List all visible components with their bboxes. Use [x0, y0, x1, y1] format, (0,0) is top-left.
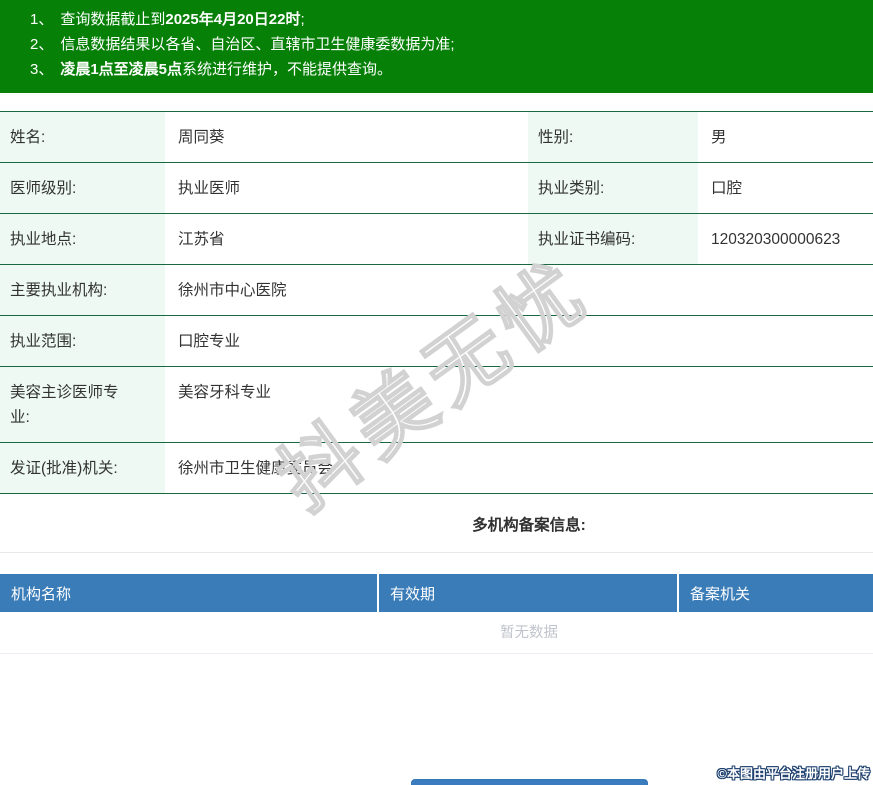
notice-line-3: 3、 凌晨1点至凌晨5点系统进行维护，不能提供查询。: [30, 57, 873, 82]
notice-text: 系统进行维护，不能提供查询。: [182, 61, 393, 78]
field-label-name: 姓名:: [0, 111, 165, 163]
table-row: 姓名: 周同葵 性别: 男: [0, 111, 873, 163]
table-header-row: 机构名称 有效期 备案机关: [0, 574, 873, 612]
field-value-name: 周同葵: [165, 111, 528, 163]
field-label-gender: 性别:: [528, 111, 698, 163]
field-value-practice-scope: 口腔专业: [165, 315, 873, 367]
column-header-institution-name: 机构名称: [0, 574, 379, 612]
notice-line-1: 1、 查询数据截止到2025年4月20日22时;: [30, 7, 873, 32]
notice-line-2: 2、 信息数据结果以各省、自治区、直辖市卫生健康委数据为准;: [30, 32, 873, 57]
query-result-window: 1、 查询数据截止到2025年4月20日22时; 2、 信息数据结果以各省、自治区、…: [0, 0, 873, 785]
notice-text: ;: [300, 11, 305, 28]
notice-banner: 1、 查询数据截止到2025年4月20日22时; 2、 信息数据结果以各省、自治区、…: [0, 0, 873, 93]
table-row: 执业范围: 口腔专业: [0, 315, 873, 367]
field-label-practice-location: 执业地点:: [0, 213, 165, 265]
notice-number: 1、: [30, 11, 54, 28]
empty-data-placeholder: 暂无数据: [0, 612, 873, 654]
table-row: 发证(批准)机关: 徐州市卫生健康委员会: [0, 442, 873, 494]
field-label-practice-category: 执业类别:: [528, 162, 698, 214]
field-value-issuing-authority: 徐州市卫生健康委员会: [165, 442, 873, 494]
notice-number: 3、: [30, 61, 54, 78]
notice-text-bold: 凌晨1点至凌晨5点: [60, 61, 183, 78]
field-label-main-institution: 主要执业机构:: [0, 264, 165, 316]
table-row: 主要执业机构: 徐州市中心医院: [0, 264, 873, 316]
notice-text: 查询数据截止到: [60, 11, 166, 28]
field-value-cosmetic-specialty: 美容牙科专业: [165, 366, 873, 443]
notice-text-bold: 2025年4月20日22时: [165, 11, 301, 28]
field-value-practice-category: 口腔: [698, 162, 873, 214]
field-value-gender: 男: [698, 111, 873, 163]
column-header-validity-period: 有效期: [378, 574, 679, 612]
close-window-button[interactable]: 〖关闭窗口〗: [410, 779, 648, 785]
field-label-practice-scope: 执业范围:: [0, 315, 165, 367]
field-label-physician-level: 医师级别:: [0, 162, 165, 214]
page-container: 1、 查询数据截止到2025年4月20日22时; 2、 信息数据结果以各省、自治区、…: [0, 0, 873, 785]
field-label-cosmetic-specialty: 美容主诊医师专业:: [0, 366, 165, 443]
table-row: 医师级别: 执业医师 执业类别: 口腔: [0, 162, 873, 214]
field-value-certificate-number: 120320300000623: [698, 213, 873, 265]
multi-org-section-title: 多机构备案信息:: [472, 517, 586, 534]
physician-info-table: 姓名: 周同葵 性别: 男 医师级别: 执业医师 执业类别: 口腔 执业地点: …: [0, 111, 873, 494]
notice-number: 2、: [30, 36, 54, 53]
multi-org-table: 机构名称 有效期 备案机关: [0, 574, 873, 612]
table-row: 美容主诊医师专业: 美容牙科专业: [0, 366, 873, 443]
field-label-certificate-number: 执业证书编码:: [528, 213, 698, 265]
notice-text: 信息数据结果以各省、自治区、直辖市卫生健康委数据为准;: [60, 36, 455, 53]
table-row: 执业地点: 江苏省 执业证书编码: 120320300000623: [0, 213, 873, 265]
divider: [0, 552, 873, 553]
field-value-main-institution: 徐州市中心医院: [165, 264, 873, 316]
field-value-physician-level: 执业医师: [165, 162, 528, 214]
field-value-practice-location: 江苏省: [165, 213, 528, 265]
column-header-filing-authority: 备案机关: [678, 574, 873, 612]
field-label-issuing-authority: 发证(批准)机关:: [0, 442, 165, 494]
